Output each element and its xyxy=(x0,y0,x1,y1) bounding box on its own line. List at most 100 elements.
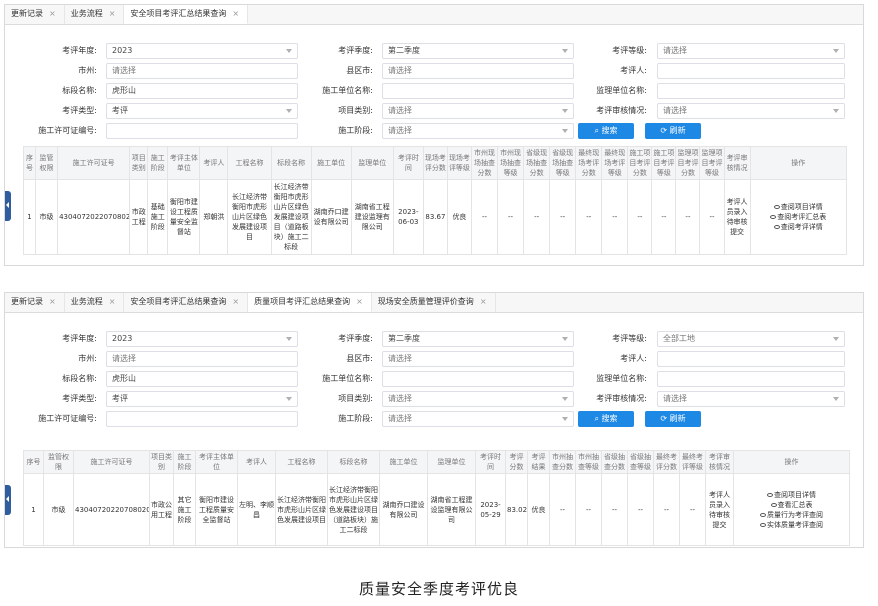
column-header: 考评人 xyxy=(237,450,276,474)
table-cell: -- xyxy=(523,179,551,255)
eye-icon xyxy=(773,225,780,229)
eval-type-label: 考评类型: xyxy=(62,106,97,115)
tab-update-log[interactable]: 更新记录 × xyxy=(5,293,65,312)
column-header: 标段名称 xyxy=(270,146,312,180)
project-type-label: 项目类别: xyxy=(338,394,373,403)
project-type-select[interactable]: 请选择 xyxy=(382,103,574,119)
grade-label: 考评等级: xyxy=(612,334,647,343)
supervisor-input[interactable] xyxy=(657,83,845,99)
stage-select[interactable]: 请选择 xyxy=(382,411,574,427)
season-select[interactable]: 第二季度 xyxy=(382,43,574,59)
close-icon[interactable]: × xyxy=(480,297,487,306)
column-header: 考评主体单位 xyxy=(195,450,238,474)
search-form: 考评年度: 2023 考评季度: 第二季度 考评等级: 请选择 市州: 请选择 … xyxy=(5,25,863,140)
contractor-input[interactable] xyxy=(382,371,574,387)
operation-link[interactable]: 查阅考评详情 xyxy=(752,222,845,232)
close-icon[interactable]: × xyxy=(232,9,239,18)
permit-input[interactable] xyxy=(106,123,298,139)
column-header: 监理项目考评等级 xyxy=(699,146,725,180)
search-button[interactable]: ⌕ 搜索 xyxy=(578,411,634,427)
column-header: 施工项目考评分数 xyxy=(627,146,653,180)
close-icon[interactable]: × xyxy=(109,9,116,18)
table-cell: -- xyxy=(575,179,603,255)
close-icon[interactable]: × xyxy=(49,9,56,18)
tab-safety-summary[interactable]: 安全项目考评汇总结果查询 × xyxy=(124,293,249,312)
evaluator-input[interactable] xyxy=(657,63,845,79)
table-row[interactable]: 1市级430407202207080201市政工程基础施工阶段衡阳市建设工程质量… xyxy=(22,179,848,255)
table-cell: -- xyxy=(675,179,701,255)
tab-site-evaluation[interactable]: 现场安全质量管理评价查询 × xyxy=(371,293,496,312)
column-header: 市州现场抽查分数 xyxy=(470,146,499,180)
eval-type-select[interactable]: 考评 xyxy=(106,103,298,119)
table-cell: -- xyxy=(497,179,525,255)
year-select[interactable]: 2023 xyxy=(106,43,298,59)
section-input[interactable]: 虎形山 xyxy=(106,83,298,99)
evaluator-input[interactable] xyxy=(657,351,845,367)
season-value: 第二季度 xyxy=(388,46,420,55)
city-select[interactable]: 请选择 xyxy=(106,351,298,367)
permit-input[interactable] xyxy=(106,411,298,427)
tab-business-flow[interactable]: 业务流程 × xyxy=(64,5,125,24)
operation-link[interactable]: 实体质量考评查阅 xyxy=(735,520,848,530)
table-row[interactable]: 1 市级 430407202207080201 市政公用工程 其它施工阶段 衡阳市建设工程… xyxy=(23,473,850,546)
column-header: 最终考评分数 xyxy=(653,450,680,474)
collapse-handle[interactable] xyxy=(5,485,11,515)
city-label: 市州: xyxy=(78,66,97,75)
grade-select[interactable]: 请选择 xyxy=(657,43,845,59)
eval-type-value: 考评 xyxy=(112,394,128,403)
operation-link[interactable]: 查看汇总表 xyxy=(735,500,848,510)
season-select[interactable]: 第二季度 xyxy=(382,331,574,347)
table-cell: 市级 xyxy=(35,179,59,255)
tab-label: 业务流程 xyxy=(70,297,103,306)
refresh-icon: ⟳ xyxy=(660,414,670,423)
search-button[interactable]: ⌕ 搜索 xyxy=(578,123,634,139)
column-header: 考评时间 xyxy=(392,146,424,180)
table-cell: -- xyxy=(651,179,677,255)
city-select[interactable]: 请选择 xyxy=(106,63,298,79)
year-select[interactable]: 2023 xyxy=(106,331,298,347)
operation-link[interactable]: 查阅项目详情 xyxy=(735,490,848,500)
close-icon[interactable]: × xyxy=(356,297,363,306)
county-select[interactable]: 请选择 xyxy=(382,351,574,367)
table-header-row: 序号 监管权限 施工许可证号 项目类别 施工阶段 考评主体单位 考评人 工程名称 标段名称 施工单… xyxy=(22,146,848,180)
audit-select[interactable]: 请选择 xyxy=(657,391,845,407)
tab-safety-summary[interactable]: 安全项目考评汇总结果查询 × xyxy=(124,5,249,24)
tab-update-log[interactable]: 更新记录 × xyxy=(5,5,65,24)
column-header: 序号 xyxy=(23,450,44,474)
operation-link[interactable]: 查阅考评汇总表 xyxy=(752,212,845,222)
refresh-button[interactable]: ⟳ 刷新 xyxy=(645,411,701,427)
operation-link[interactable]: 查阅项目详情 xyxy=(752,202,845,212)
table-cell: -- xyxy=(549,179,577,255)
tab-business-flow[interactable]: 业务流程 × xyxy=(64,293,125,312)
table-cell: 市政公用工程 xyxy=(149,473,174,546)
project-type-select[interactable]: 请选择 xyxy=(382,391,574,407)
section-input[interactable]: 虎形山 xyxy=(106,371,298,387)
tab-quality-summary[interactable]: 质量项目考评汇总结果查询 × xyxy=(248,293,372,312)
stage-select[interactable]: 请选择 xyxy=(382,123,574,139)
column-header: 考评结果 xyxy=(527,450,550,474)
column-header: 施工单位 xyxy=(379,450,428,474)
operation-link[interactable]: 质量行为考评查阅 xyxy=(735,510,848,520)
close-icon[interactable]: × xyxy=(109,297,116,306)
column-header: 项目类别 xyxy=(149,450,174,474)
close-icon[interactable]: × xyxy=(49,297,56,306)
project-type-label: 项目类别: xyxy=(338,106,373,115)
column-header: 施工许可证号 xyxy=(57,146,131,180)
tab-label: 安全项目考评汇总结果查询 xyxy=(130,9,227,18)
grade-select[interactable]: 全部工地 xyxy=(657,331,845,347)
close-icon[interactable]: × xyxy=(232,297,239,306)
county-select[interactable]: 请选择 xyxy=(382,63,574,79)
contractor-input[interactable] xyxy=(382,83,574,99)
tab-label: 更新记录 xyxy=(11,9,43,18)
table-cell: -- xyxy=(653,473,680,546)
audit-select[interactable]: 请选择 xyxy=(657,103,845,119)
eval-type-select[interactable]: 考评 xyxy=(106,391,298,407)
table-cell: 优良 xyxy=(527,473,550,546)
refresh-button[interactable]: ⟳ 刷新 xyxy=(645,123,701,139)
supervisor-input[interactable] xyxy=(657,371,845,387)
figure-caption: 质量安全季度考评优良 xyxy=(358,580,519,598)
table-cell: 长江经济带衡阳市虎形山片区绿色发展建设项目 xyxy=(275,473,328,546)
table-cell: 430407202207080201 xyxy=(73,473,150,546)
table-cell: -- xyxy=(575,473,602,546)
collapse-handle[interactable] xyxy=(5,191,11,221)
